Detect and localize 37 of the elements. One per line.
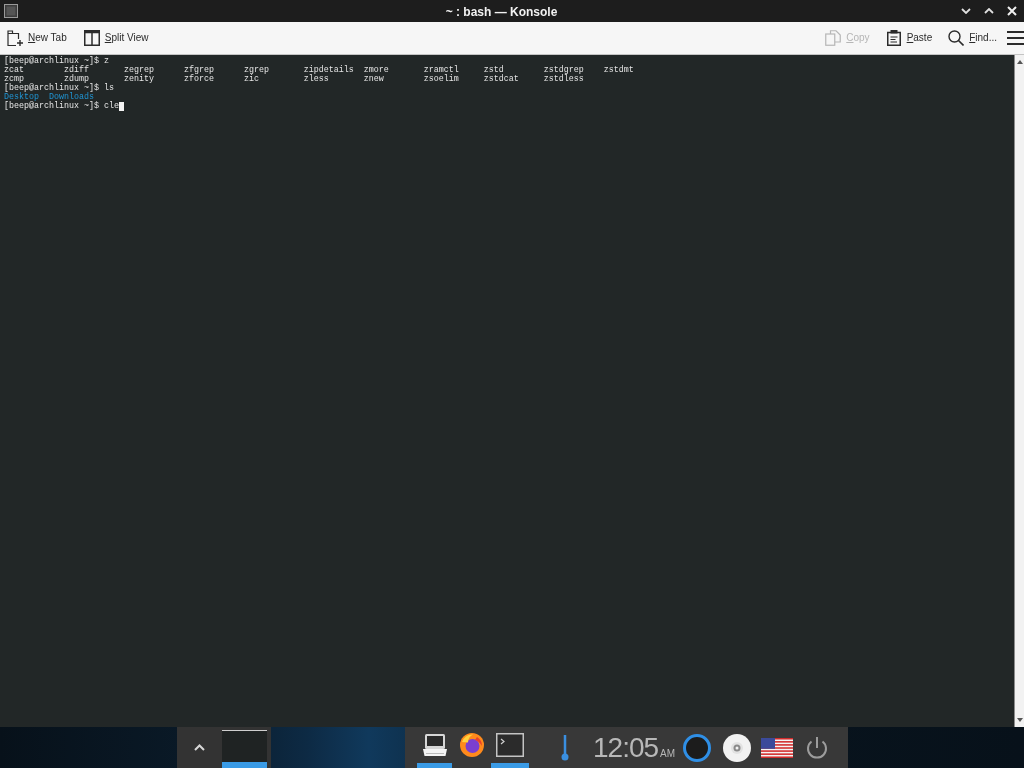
prompt-line: [beep@archlinux ~]$ z bbox=[4, 57, 109, 66]
output-line: zcmp zdump zenity zforce zic zless znew zsoelim zstdcat zstdless bbox=[4, 75, 584, 84]
chevron-up-icon[interactable] bbox=[984, 8, 994, 14]
meter-icon bbox=[561, 734, 569, 761]
prompt-line: [beep@archlinux ~]$ ls bbox=[4, 84, 114, 93]
find-button[interactable]: Find... bbox=[948, 27, 997, 49]
scrollbar[interactable] bbox=[1014, 55, 1024, 727]
down-arrow-icon[interactable] bbox=[1016, 718, 1023, 722]
window-thumbnail[interactable] bbox=[222, 730, 267, 768]
clock-period[interactable]: AM bbox=[660, 745, 676, 761]
flag-icon[interactable] bbox=[761, 737, 794, 758]
split-panels-icon bbox=[83, 30, 100, 46]
prompt-line: [beep@archlinux ~]$ cle bbox=[4, 102, 119, 111]
terminal-icon bbox=[496, 733, 524, 757]
clipboard-icon bbox=[885, 30, 902, 46]
new-tab-button[interactable]: New Tab bbox=[7, 27, 67, 49]
window-title: ~ : bash — Konsole bbox=[445, 5, 558, 19]
ring-icon[interactable] bbox=[683, 733, 712, 762]
close-icon[interactable] bbox=[1007, 6, 1017, 16]
paste-button[interactable]: Paste bbox=[885, 27, 933, 49]
globe-icon bbox=[460, 733, 484, 757]
power-icon[interactable] bbox=[805, 735, 830, 760]
disc-icon[interactable] bbox=[723, 733, 752, 762]
directory-listing: Desktop Downloads bbox=[4, 93, 94, 102]
copy-icon bbox=[825, 30, 842, 46]
split-view-button[interactable]: Split View bbox=[83, 27, 149, 49]
chevron-up-icon bbox=[194, 744, 205, 751]
document-plus-icon bbox=[7, 30, 23, 46]
window-icon[interactable] bbox=[4, 4, 18, 18]
menu-icon bbox=[1007, 31, 1024, 45]
up-arrow-icon[interactable] bbox=[1016, 60, 1023, 64]
output-line: zcat zdiff zegrep zfgrep zgrep zipdetails zmore zramctl zstd zstdgrep zstdmt bbox=[4, 66, 634, 75]
chevron-down-icon[interactable] bbox=[961, 8, 971, 14]
clock-time[interactable]: 12:05 bbox=[593, 732, 659, 763]
search-icon bbox=[948, 30, 965, 46]
computer-icon bbox=[421, 733, 448, 757]
menu-button[interactable] bbox=[1007, 31, 1024, 45]
